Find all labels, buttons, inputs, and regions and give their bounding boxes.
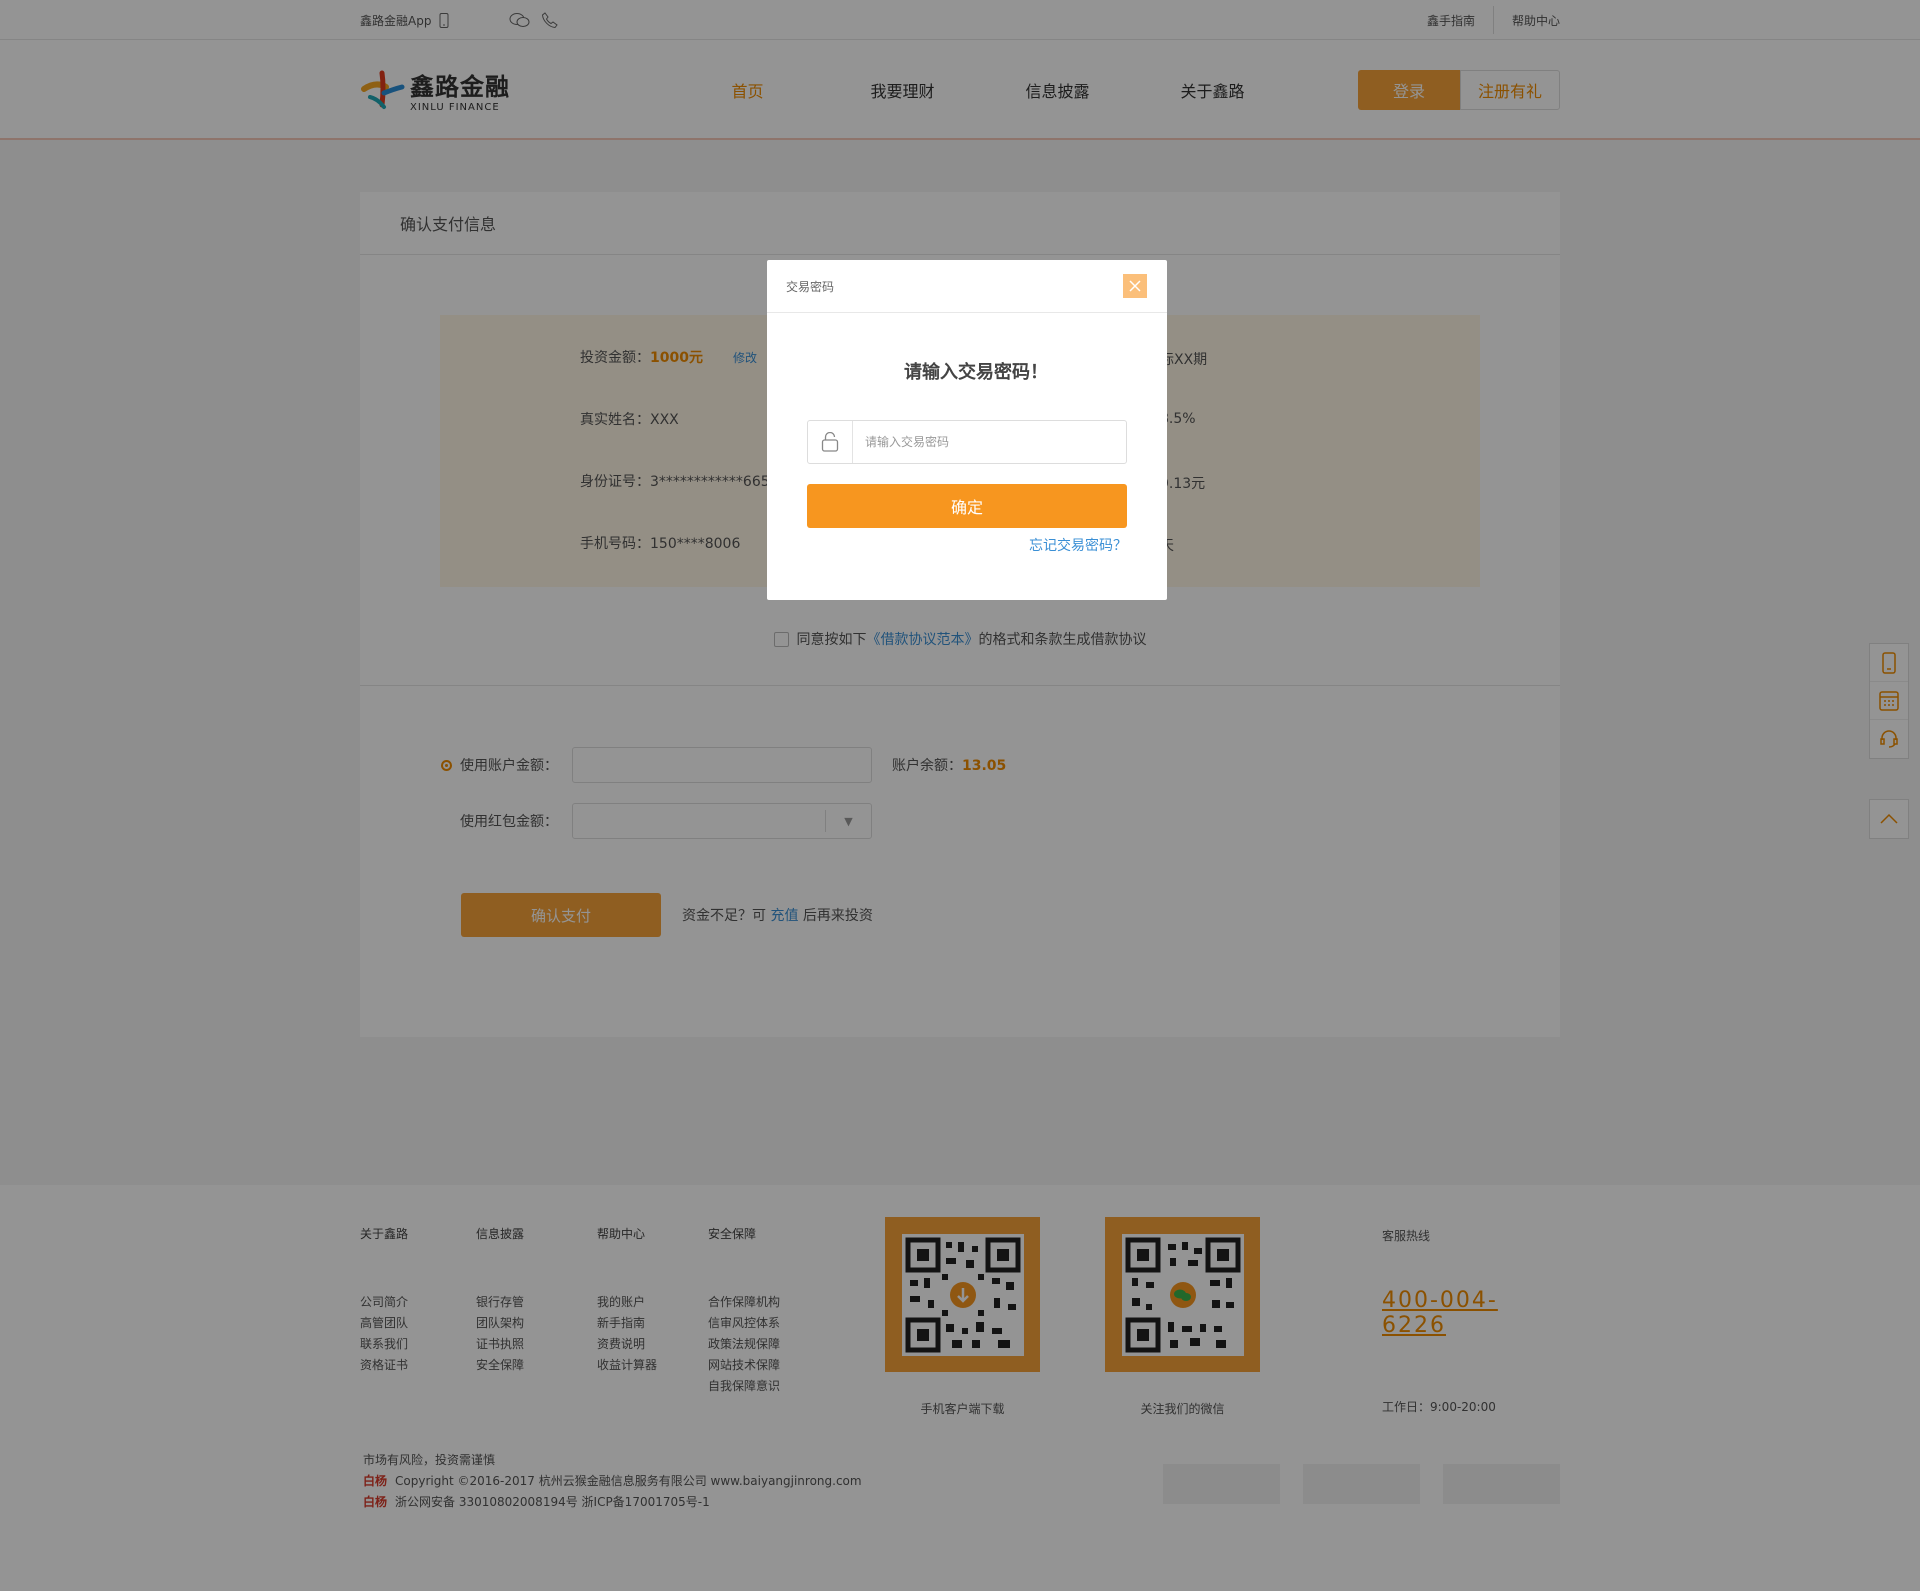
- confirm-button[interactable]: 确定: [807, 484, 1127, 528]
- dialog-title: 请输入交易密码！: [904, 362, 1048, 383]
- forgot-password-link[interactable]: 忘记交易密码？: [1029, 535, 1127, 555]
- trade-password-dialog: 交易密码 请输入交易密码！ 确定 忘记交易密码？: [767, 260, 1167, 600]
- lock-icon: [808, 421, 853, 463]
- modal-overlay[interactable]: [0, 0, 1920, 1591]
- password-input[interactable]: [853, 422, 1123, 462]
- close-icon[interactable]: [1123, 274, 1147, 298]
- password-field: [807, 420, 1127, 464]
- dialog-header: 交易密码: [786, 279, 835, 294]
